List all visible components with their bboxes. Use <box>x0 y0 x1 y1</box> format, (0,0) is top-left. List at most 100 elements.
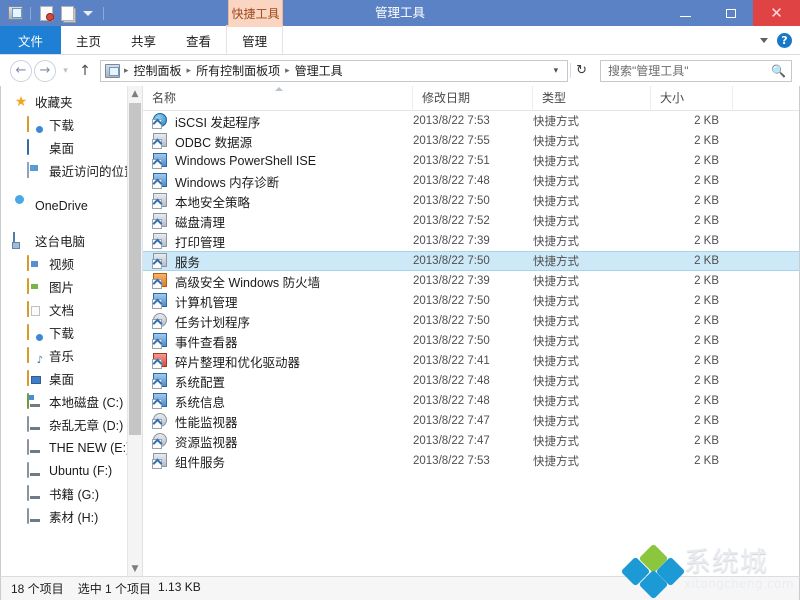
table-row[interactable]: ODBC 数据源2013/8/22 7:55快捷方式2 KB <box>143 131 799 151</box>
quick-access-toolbar <box>0 0 107 26</box>
close-button[interactable]: ✕ <box>753 0 800 26</box>
minimize-button[interactable] <box>663 0 708 26</box>
up-button[interactable]: ↑ <box>75 60 95 82</box>
tab-manage[interactable]: 管理 <box>226 26 283 54</box>
sidebar-item-onedrive[interactable]: OneDrive <box>1 194 142 217</box>
table-row[interactable]: 系统配置2013/8/22 7:48快捷方式2 KB <box>143 371 799 391</box>
sidebar-item-desktop[interactable]: 桌面 <box>1 367 142 390</box>
table-row[interactable]: 组件服务2013/8/22 7:53快捷方式2 KB <box>143 451 799 471</box>
sidebar-item-documents[interactable]: 文档 <box>1 298 142 321</box>
breadcrumb-separator-0[interactable]: ▸ <box>122 66 131 76</box>
sidebar-item-downloads[interactable]: 下载 <box>1 321 142 344</box>
breadcrumb-separator-2[interactable]: ▸ <box>283 66 292 76</box>
folder-music-icon <box>27 348 43 364</box>
cell-date-modified: 2013/8/22 7:48 <box>413 375 533 387</box>
breadcrumb-item-1[interactable]: 所有控制面板项 <box>193 62 283 79</box>
cell-date-modified: 2013/8/22 7:53 <box>413 115 533 127</box>
recent-locations-button[interactable]: ▾ <box>58 60 73 82</box>
cell-size: 2 KB <box>651 415 733 427</box>
sidebar-label-pictures: 图片 <box>49 277 74 296</box>
table-row[interactable]: 计算机管理2013/8/22 7:50快捷方式2 KB <box>143 291 799 311</box>
column-header-size[interactable]: 大小 <box>651 86 733 111</box>
folder-properties-icon[interactable] <box>37 4 55 22</box>
folder-download-icon-2 <box>27 325 43 341</box>
sidebar-item-this-pc[interactable]: 这台电脑 <box>1 229 142 252</box>
scroll-down-arrow-icon[interactable]: ▼ <box>128 561 142 576</box>
window-menu-icon[interactable] <box>6 4 24 22</box>
sidebar-item-downloads-fav[interactable]: 下载 <box>1 113 142 136</box>
table-row[interactable]: 事件查看器2013/8/22 7:50快捷方式2 KB <box>143 331 799 351</box>
table-row[interactable]: 性能监视器2013/8/22 7:47快捷方式2 KB <box>143 411 799 431</box>
sidebar-item-drive-e[interactable]: THE NEW (E:) <box>1 436 142 459</box>
new-folder-icon[interactable] <box>58 4 76 22</box>
sidebar-item-pictures[interactable]: 图片 <box>1 275 142 298</box>
column-header-row: 名称 修改日期 类型 大小 <box>143 86 799 111</box>
sidebar-label-recent-places: 最近访问的位置 <box>49 161 137 180</box>
refresh-button[interactable]: ↻ <box>570 63 592 78</box>
sidebar-item-drive-f[interactable]: Ubuntu (F:) <box>1 459 142 482</box>
column-header-type[interactable]: 类型 <box>533 86 651 111</box>
sidebar-label-favorites: 收藏夹 <box>35 92 73 111</box>
address-dropdown-icon[interactable]: ▾ <box>548 66 565 76</box>
search-icon[interactable]: 🔍 <box>771 64 786 78</box>
table-row[interactable]: 任务计划程序2013/8/22 7:50快捷方式2 KB <box>143 311 799 331</box>
sidebar-item-favorites[interactable]: ★ 收藏夹 <box>1 90 142 113</box>
column-header-name[interactable]: 名称 <box>143 86 413 111</box>
search-box[interactable]: 搜索"管理工具" 🔍 <box>600 60 792 82</box>
cell-date-modified: 2013/8/22 7:55 <box>413 135 533 147</box>
table-row[interactable]: 磁盘清理2013/8/22 7:52快捷方式2 KB <box>143 211 799 231</box>
sidebar-item-drive-c[interactable]: 本地磁盘 (C:) <box>1 390 142 413</box>
table-row[interactable]: 服务2013/8/22 7:50快捷方式2 KB <box>143 251 799 271</box>
table-row[interactable]: 系统信息2013/8/22 7:48快捷方式2 KB <box>143 391 799 411</box>
column-header-date[interactable]: 修改日期 <box>413 86 533 111</box>
table-row[interactable]: iSCSI 发起程序2013/8/22 7:53快捷方式2 KB <box>143 111 799 131</box>
breadcrumb-separator-1[interactable]: ▸ <box>185 66 194 76</box>
contextual-tab-header[interactable]: 快捷工具 <box>228 0 283 26</box>
sidebar-item-drive-g[interactable]: 书籍 (G:) <box>1 482 142 505</box>
tab-share-label: 共享 <box>131 31 156 50</box>
contextual-tab-header-label: 快捷工具 <box>231 5 279 22</box>
title-bar: 快捷工具 管理工具 ✕ <box>0 0 800 26</box>
sidebar-label-downloads-fav: 下载 <box>49 115 74 134</box>
search-input[interactable]: 搜索"管理工具" <box>608 62 689 79</box>
cell-size: 2 KB <box>651 215 733 227</box>
sidebar-item-desktop-fav[interactable]: 桌面 <box>1 136 142 159</box>
forward-button[interactable]: → <box>34 60 56 82</box>
firewall-shortcut-icon <box>152 273 168 289</box>
tab-file[interactable]: 文件 <box>0 26 61 54</box>
sidebar-item-videos[interactable]: 视频 <box>1 252 142 275</box>
sort-ascending-icon <box>275 87 283 91</box>
table-row[interactable]: Windows 内存诊断2013/8/22 7:48快捷方式2 KB <box>143 171 799 191</box>
tab-share[interactable]: 共享 <box>116 26 171 54</box>
sidebar-scroll-thumb[interactable] <box>129 103 141 435</box>
file-name-label: 资源监视器 <box>175 432 238 451</box>
cell-name: 打印管理 <box>143 232 413 251</box>
table-row[interactable]: 资源监视器2013/8/22 7:47快捷方式2 KB <box>143 431 799 451</box>
cell-date-modified: 2013/8/22 7:47 <box>413 415 533 427</box>
table-row[interactable]: 打印管理2013/8/22 7:39快捷方式2 KB <box>143 231 799 251</box>
sidebar-item-drive-d[interactable]: 杂乱无章 (D:) <box>1 413 142 436</box>
help-icon[interactable]: ? <box>777 33 792 48</box>
drive-icon-g <box>27 486 43 502</box>
system-config-shortcut-icon <box>152 373 168 389</box>
back-button[interactable]: ← <box>10 60 32 82</box>
table-row[interactable]: 碎片整理和优化驱动器2013/8/22 7:41快捷方式2 KB <box>143 351 799 371</box>
breadcrumb-bar[interactable]: ▸ 控制面板 ▸ 所有控制面板项 ▸ 管理工具 ▾ <box>100 60 568 82</box>
breadcrumb-item-0[interactable]: 控制面板 <box>131 62 185 79</box>
sidebar-item-recent-places[interactable]: 最近访问的位置 <box>1 159 142 182</box>
chevron-down-icon[interactable] <box>760 38 768 43</box>
table-row[interactable]: 本地安全策略2013/8/22 7:50快捷方式2 KB <box>143 191 799 211</box>
database-shortcut-icon <box>152 133 168 149</box>
table-row[interactable]: 高级安全 Windows 防火墙2013/8/22 7:39快捷方式2 KB <box>143 271 799 291</box>
scroll-up-arrow-icon[interactable]: ▲ <box>128 86 142 101</box>
sidebar-scrollbar[interactable]: ▲ ▼ <box>127 86 142 576</box>
sidebar-item-drive-h[interactable]: 素材 (H:) <box>1 505 142 528</box>
tab-home[interactable]: 主页 <box>61 26 116 54</box>
tab-view[interactable]: 查看 <box>171 26 226 54</box>
breadcrumb-item-2[interactable]: 管理工具 <box>292 62 346 79</box>
customize-caret-icon[interactable] <box>79 4 97 22</box>
table-row[interactable]: Windows PowerShell ISE2013/8/22 7:51快捷方式… <box>143 151 799 171</box>
maximize-button[interactable] <box>708 0 753 26</box>
status-selection-size: 1.13 KB <box>158 580 201 597</box>
sidebar-item-music[interactable]: 音乐 <box>1 344 142 367</box>
